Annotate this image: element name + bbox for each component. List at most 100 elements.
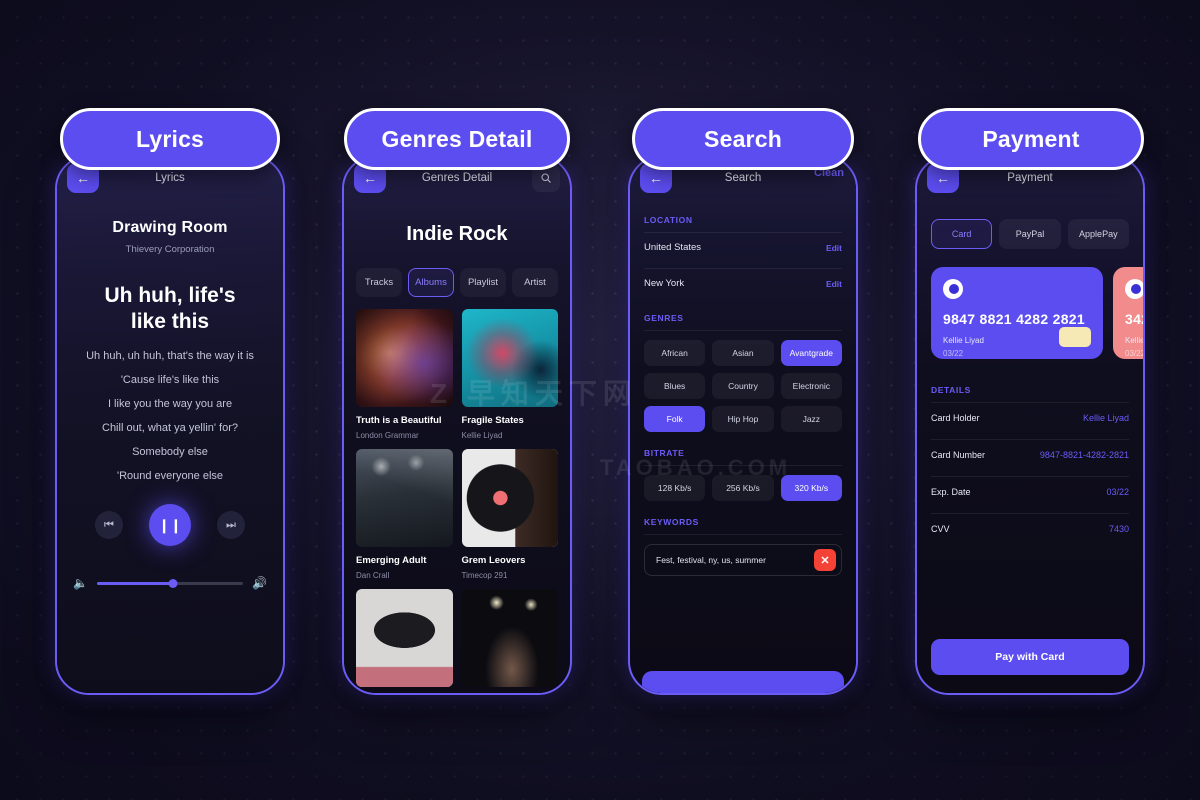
song-artist: Thievery Corporation	[125, 244, 215, 255]
pause-icon: ❙❙	[158, 516, 182, 533]
arrow-left-icon: ←	[363, 170, 377, 186]
page-title: Search	[724, 172, 762, 184]
arrow-left-icon: ←	[649, 170, 663, 186]
bitrate-chip-grid: 128 Kb/s 256 Kb/s 320 Kb/s	[630, 466, 856, 501]
bitrate-chip-320[interactable]: 320 Kb/s	[780, 475, 842, 501]
bitrate-chip-128[interactable]: 128 Kb/s	[644, 475, 706, 501]
screen-genres-detail: ← Genres Detail Indie Rock Tracks Albums…	[344, 157, 570, 693]
card-carousel[interactable]: 9847 8821 4282 2821 Kellie Liyad 03/22 3…	[917, 249, 1143, 359]
edit-link[interactable]: Edit	[826, 279, 842, 289]
album-artist: Dan Crall	[356, 571, 390, 580]
location-row[interactable]: New York Edit	[630, 269, 856, 297]
payment-card-primary[interactable]: 9847 8821 4282 2821 Kellie Liyad 03/22	[931, 267, 1103, 359]
volume-low-icon[interactable]: 🔈	[73, 576, 88, 590]
pay-with-card-button[interactable]: Pay with Card	[931, 639, 1129, 675]
screen-title-pill-genres: Genres Detail	[344, 108, 570, 170]
album-card[interactable]: Emerging Adult Dan Crall	[356, 449, 453, 580]
album-card[interactable]: Fragile States Kellie Liyad	[461, 309, 558, 440]
card-chip	[1059, 327, 1091, 347]
album-artwork	[356, 449, 453, 547]
section-label-bitrate: BITRATE	[644, 448, 685, 458]
volume-slider[interactable]	[96, 578, 244, 588]
page-title: Genres Detail	[421, 172, 493, 184]
payment-method-tabs: Card PayPal ApplePay	[917, 219, 1143, 249]
album-name: Grem Leovers	[461, 555, 526, 566]
screen-search: ← Search Clean LOCATION United States Ed…	[630, 157, 856, 693]
genre-chip-grid: African Asian Avantgrade Blues Country E…	[630, 331, 856, 432]
album-artwork	[356, 309, 453, 407]
album-grid: Truth is a Beautiful London Grammar Frag…	[344, 297, 570, 687]
album-card[interactable]	[356, 589, 453, 687]
genre-chip-jazz[interactable]: Jazz	[780, 406, 842, 432]
play-pause-button[interactable]: ❙❙	[149, 504, 191, 547]
card-number: 9847 8821 4282 2821	[943, 311, 1085, 327]
album-artist: London Grammar	[356, 431, 419, 440]
next-button[interactable]: ⏭	[217, 511, 245, 540]
album-name: Emerging Adult	[356, 555, 427, 566]
album-artwork	[461, 309, 558, 407]
song-title: Drawing Room	[112, 219, 228, 236]
keywords-input[interactable]: Fest, festival, ny, us, summer ✕	[644, 544, 842, 576]
lyric-line: Somebody else	[132, 446, 208, 459]
album-card[interactable]: Truth is a Beautiful London Grammar	[356, 309, 453, 440]
genre-chip-avantgrade[interactable]: Avantgrade	[780, 340, 842, 366]
screen-title-pill-lyrics: Lyrics	[60, 108, 280, 170]
close-icon[interactable]: ✕	[814, 549, 836, 571]
genre-chip-african[interactable]: African	[644, 340, 706, 366]
location-value: United States	[644, 242, 702, 253]
phone-frame-search: ← Search Clean LOCATION United States Ed…	[628, 155, 858, 695]
location-row[interactable]: United States Edit	[630, 233, 856, 261]
detail-value: Kellie Liyad	[1082, 413, 1129, 423]
tab-tracks[interactable]: Tracks	[356, 268, 402, 297]
detail-key: Card Holder	[931, 413, 980, 423]
volume-high-icon[interactable]: 🔊	[252, 576, 267, 590]
section-label-genres: GENRES	[644, 313, 684, 323]
payment-card-secondary[interactable]: 3421 Kellie Li 03/22	[1113, 267, 1143, 359]
album-artwork	[356, 589, 453, 687]
detail-row: CVV 7430	[917, 514, 1143, 543]
card-number: 3421	[1125, 311, 1143, 327]
detail-row: Card Holder Kellie Liyad	[917, 403, 1143, 432]
album-card[interactable]: Grem Leovers Timecop 291	[461, 449, 558, 580]
genre-chip-folk[interactable]: Folk	[644, 406, 706, 432]
tab-paypal[interactable]: PayPal	[999, 219, 1061, 249]
genre-title: Indie Rock	[406, 223, 508, 245]
detail-value: 7430	[1108, 524, 1129, 534]
card-expiry: 03/22	[1125, 349, 1143, 358]
bitrate-chip-256[interactable]: 256 Kb/s	[712, 475, 774, 501]
detail-row: Card Number 9847-8821-4282-2821	[917, 440, 1143, 469]
phone-frame-lyrics: ← Lyrics Drawing Room Thievery Corporati…	[55, 155, 285, 695]
tab-albums[interactable]: Albums	[408, 268, 454, 297]
page-title: Payment	[1007, 172, 1053, 184]
tab-card[interactable]: Card	[931, 219, 993, 249]
album-card[interactable]	[461, 589, 558, 687]
phone-frame-payment: ← Payment Card PayPal ApplePay 9847 8821…	[915, 155, 1145, 695]
tab-playlist[interactable]: Playlist	[460, 268, 506, 297]
genre-chip-asian[interactable]: Asian	[712, 340, 774, 366]
album-artwork	[461, 449, 558, 547]
section-label-details: DETAILS	[931, 385, 971, 395]
arrow-left-icon: ←	[936, 170, 950, 186]
section-label-location: LOCATION	[644, 215, 693, 225]
volume-slider-knob[interactable]	[168, 578, 178, 588]
phone-frame-genres: ← Genres Detail Indie Rock Tracks Albums…	[342, 155, 572, 695]
lyric-line: Uh huh, uh huh, that's the way it is	[86, 350, 254, 363]
previous-button[interactable]: ⏮	[95, 511, 123, 540]
screens-stage: ← Lyrics Drawing Room Thievery Corporati…	[0, 0, 1200, 800]
card-brand-icon	[943, 279, 963, 299]
search-submit-button[interactable]	[642, 671, 844, 693]
keywords-value: Fest, festival, ny, us, summer	[656, 555, 766, 565]
hero-lyric: Uh huh, life's like this	[104, 284, 236, 333]
volume-slider-fill	[96, 581, 173, 585]
genre-chip-blues[interactable]: Blues	[644, 373, 706, 399]
skip-next-icon: ⏭	[226, 518, 236, 531]
genre-chip-country[interactable]: Country	[712, 373, 774, 399]
search-icon	[541, 173, 551, 183]
detail-key: Exp. Date	[931, 487, 971, 497]
edit-link[interactable]: Edit	[826, 243, 842, 253]
genre-chip-hiphop[interactable]: Hip Hop	[712, 406, 774, 432]
tab-applepay[interactable]: ApplePay	[1067, 219, 1129, 249]
album-name: Truth is a Beautiful	[356, 415, 442, 426]
genre-chip-electronic[interactable]: Electronic	[780, 373, 842, 399]
tab-artist[interactable]: Artist	[512, 268, 558, 297]
